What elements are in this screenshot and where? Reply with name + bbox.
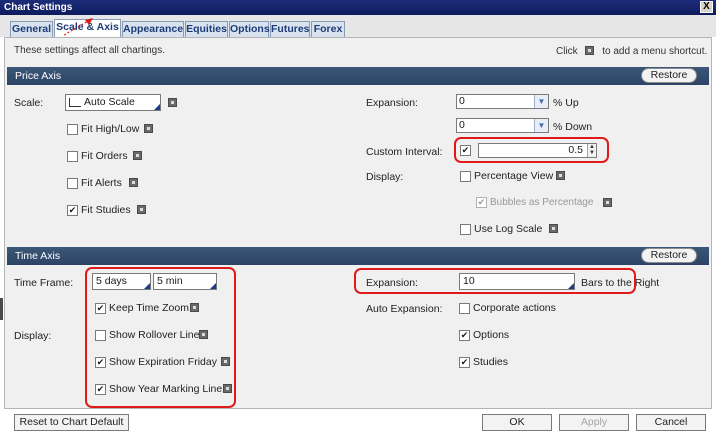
pin-icon[interactable] — [133, 151, 142, 160]
price-axis-title: Price Axis — [15, 70, 62, 82]
scale-dropdown[interactable]: Auto Scale — [65, 94, 161, 111]
highlight-custom-interval — [454, 137, 609, 163]
window-title-bar: Chart Settings X — [0, 0, 716, 15]
highlight-time-expansion — [354, 268, 636, 294]
fit-alerts-checkbox[interactable] — [67, 178, 78, 189]
pin-icon[interactable] — [137, 205, 146, 214]
expansion-up-value: 0 — [459, 95, 465, 107]
pin-icon[interactable] — [129, 178, 138, 187]
scale-label: Scale: — [14, 97, 44, 109]
price-axis-header: Price Axis Restore — [7, 67, 709, 85]
fit-high-low-label: Fit High/Low — [81, 123, 140, 135]
dropdown-corner-icon — [154, 104, 160, 110]
price-expansion-label: Expansion: — [366, 97, 418, 109]
reset-default-button[interactable]: Reset to Chart Default — [14, 414, 129, 431]
pin-icon[interactable] — [603, 198, 612, 207]
log-scale-label: Use Log Scale — [474, 223, 543, 235]
bubbles-percentage-label: Bubbles as Percentage — [490, 197, 594, 208]
options-checkbox[interactable]: ✔ — [459, 330, 470, 341]
custom-interval-label: Custom Interval: — [366, 146, 443, 158]
time-axis-title: Time Axis — [15, 250, 61, 262]
fit-studies-checkbox[interactable]: ✔ — [67, 205, 78, 216]
tab-bar: General Scale & Axis Appearance Equities… — [0, 15, 716, 38]
expansion-up-unit: % Up — [553, 97, 579, 109]
percentage-view-checkbox[interactable] — [460, 171, 471, 182]
tab-options[interactable]: Options — [229, 21, 270, 37]
tab-futures[interactable]: Futures — [270, 21, 310, 37]
fit-high-low-checkbox[interactable] — [67, 124, 78, 135]
close-icon[interactable]: X — [700, 1, 713, 13]
fit-orders-checkbox[interactable] — [67, 151, 78, 162]
fit-alerts-label: Fit Alerts — [81, 177, 122, 189]
annotation-arrow — [63, 18, 93, 36]
studies-label: Studies — [473, 356, 509, 368]
pin-icon[interactable] — [549, 224, 558, 233]
time-frame-label: Time Frame: — [14, 277, 74, 289]
ok-button[interactable]: OK — [482, 414, 552, 431]
options-label: Options — [473, 329, 510, 341]
log-scale-checkbox[interactable] — [460, 224, 471, 235]
window-title: Chart Settings — [4, 2, 73, 13]
pin-icon[interactable] — [556, 171, 565, 180]
highlight-time-frame-display — [85, 267, 236, 408]
time-display-label: Display: — [14, 330, 52, 342]
price-restore-button[interactable]: Restore — [641, 68, 697, 83]
expansion-down-input[interactable]: 0 ▼ — [456, 118, 549, 133]
studies-checkbox[interactable]: ✔ — [459, 357, 470, 368]
shortcut-suffix: to add a menu shortcut. — [602, 46, 708, 57]
fit-orders-label: Fit Orders — [81, 150, 128, 162]
expansion-down-unit: % Down — [553, 121, 593, 133]
tab-appearance[interactable]: Appearance — [122, 21, 184, 37]
tab-equities[interactable]: Equities — [185, 21, 228, 37]
percentage-view-label: Percentage View — [474, 170, 554, 182]
chevron-down-icon[interactable]: ▼ — [534, 119, 548, 132]
cancel-button[interactable]: Cancel — [636, 414, 706, 431]
corporate-actions-checkbox[interactable] — [459, 303, 470, 314]
pin-icon[interactable] — [168, 98, 177, 107]
scale-value: Auto Scale — [84, 96, 135, 108]
auto-expansion-label: Auto Expansion: — [366, 303, 443, 315]
pin-icon[interactable] — [144, 124, 153, 133]
info-text: These settings affect all chartings. — [14, 45, 166, 56]
shortcut-prefix: Click — [556, 46, 578, 57]
chart-scale-icon — [69, 98, 81, 107]
bubbles-percentage-checkbox[interactable]: ✔ — [476, 197, 487, 208]
shortcut-hint: Click to add a menu shortcut. — [556, 45, 707, 57]
time-axis-header: Time Axis Restore — [7, 247, 709, 265]
window-edge — [0, 298, 3, 320]
chevron-down-icon[interactable]: ▼ — [534, 95, 548, 108]
tab-general[interactable]: General — [10, 21, 53, 37]
tab-forex[interactable]: Forex — [311, 21, 345, 37]
pin-icon — [585, 46, 595, 55]
apply-button[interactable]: Apply — [559, 414, 629, 431]
fit-studies-label: Fit Studies — [81, 204, 131, 216]
price-display-label: Display: — [366, 171, 404, 183]
corporate-actions-label: Corporate actions — [473, 302, 556, 314]
expansion-up-input[interactable]: 0 ▼ — [456, 94, 549, 109]
expansion-down-value: 0 — [459, 119, 465, 131]
time-restore-button[interactable]: Restore — [641, 248, 697, 263]
